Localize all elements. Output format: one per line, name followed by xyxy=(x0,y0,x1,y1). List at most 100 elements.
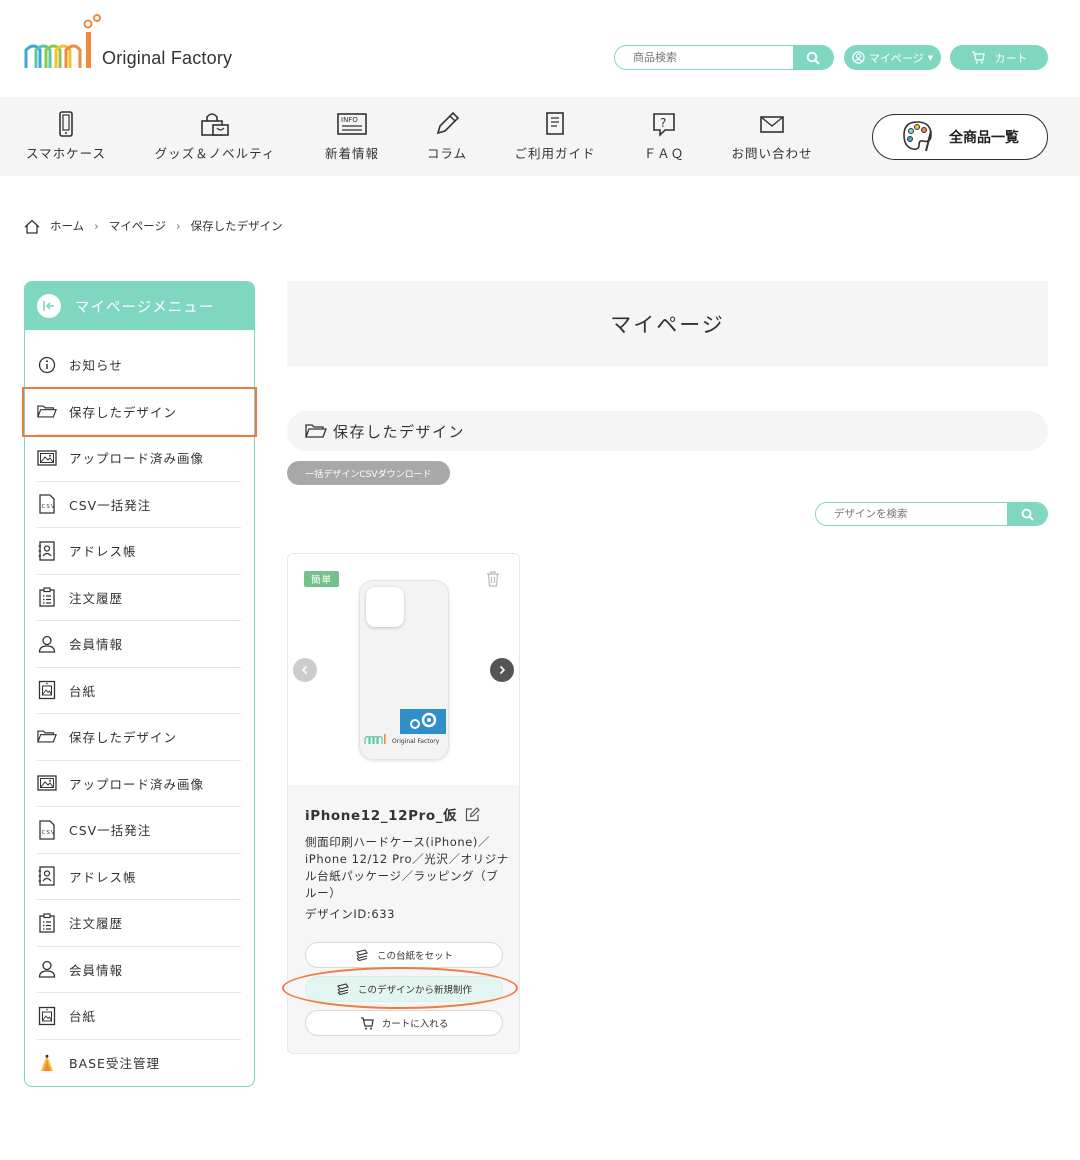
trash-icon[interactable] xyxy=(485,570,501,588)
nav-item-faq[interactable]: ? ＦＡＱ xyxy=(634,97,694,176)
set-mount-label: この台紙をセット xyxy=(376,951,453,962)
logo-mark-icon xyxy=(24,14,101,68)
shopping-bag-icon xyxy=(201,113,229,136)
info-circle-icon xyxy=(37,356,57,374)
sidebar-item[interactable]: 注文履歴 xyxy=(37,575,241,621)
search-icon xyxy=(806,51,820,65)
mypage-button[interactable]: マイページ ▼ xyxy=(844,45,941,70)
breadcrumb-current: 保存したデザイン xyxy=(190,219,283,233)
design-search-input[interactable] xyxy=(816,503,1007,525)
user-icon xyxy=(37,635,57,653)
folder-icon xyxy=(37,729,57,744)
next-image-button[interactable] xyxy=(490,658,514,682)
sidebar-item[interactable]: アップロード済み画像 xyxy=(37,761,241,807)
sidebar-item[interactable]: CSV CSV一括発注 xyxy=(37,482,241,528)
design-title-text: iPhone12_12Pro_仮 xyxy=(305,808,458,824)
sidebar-item-label: 注文履歴 xyxy=(69,916,124,932)
nav-label: グッズ＆ノベルティ xyxy=(154,146,276,161)
sidebar-item[interactable]: 保存したデザイン xyxy=(37,714,241,761)
mypage-label: マイページ xyxy=(868,51,924,65)
nav-label: 新着情報 xyxy=(324,146,379,161)
user-circle-icon xyxy=(852,51,865,64)
case-logo-text: Original Factory xyxy=(392,738,440,745)
nav-item-column[interactable]: コラム xyxy=(417,97,477,176)
sidebar-item-label: アップロード済み画像 xyxy=(69,776,205,792)
home-icon[interactable] xyxy=(24,219,40,234)
all-products-button[interactable]: 全商品一覧 xyxy=(872,114,1048,160)
user-icon xyxy=(37,960,57,978)
section-title: 保存したデザイン xyxy=(333,422,466,441)
chevron-right-icon xyxy=(499,665,506,675)
clipboard-list-icon xyxy=(37,587,57,607)
camera-bump xyxy=(366,587,404,627)
sidebar-item[interactable]: 会員情報 xyxy=(37,621,241,668)
sidebar-item[interactable]: お知らせ xyxy=(37,342,241,389)
prev-image-button[interactable] xyxy=(293,658,317,682)
cart-icon xyxy=(360,1016,374,1029)
design-title: iPhone12_12Pro_仮 xyxy=(305,804,481,824)
nav-item-smartphone-case[interactable]: スマホケース xyxy=(22,97,110,176)
address-book-icon xyxy=(37,541,57,561)
sidebar-item[interactable]: 台紙 xyxy=(37,668,241,714)
nav-item-goods[interactable]: グッズ＆ノベルティ xyxy=(150,97,280,176)
clipboard-list-icon xyxy=(37,913,57,933)
sidebar-item-label: BASE受注管理 xyxy=(69,1056,160,1072)
sidebar-item[interactable]: 会員情報 xyxy=(37,947,241,993)
address-book-icon xyxy=(37,866,57,886)
csv-download-button[interactable]: 一括デザインCSVダウンロード xyxy=(287,461,450,485)
svg-text:CSV: CSV xyxy=(42,830,56,836)
sidebar-item[interactable]: BASE受注管理 xyxy=(37,1040,241,1087)
cart-button[interactable]: カート xyxy=(950,45,1048,70)
sidebar-item-label: 台紙 xyxy=(69,1009,97,1025)
base-icon xyxy=(37,1054,57,1072)
sidebar-item-label: アドレス帳 xyxy=(69,544,137,560)
sidebar-item-label: アドレス帳 xyxy=(69,869,137,885)
sidebar-item-label: 保存したデザイン xyxy=(69,730,178,746)
product-search-button[interactable] xyxy=(793,46,833,69)
design-description: 側面印刷ハードケース(iPhone)／iPhone 12/12 Pro／光沢／オ… xyxy=(305,835,509,900)
highlight-new-from-design xyxy=(282,967,518,1009)
site-logo[interactable]: Original Factory xyxy=(24,14,264,74)
info-icon: INFO xyxy=(337,113,367,135)
sidebar-item[interactable]: アップロード済み画像 xyxy=(37,435,241,482)
nav-label: ご利用ガイド xyxy=(514,146,596,161)
product-search-input[interactable] xyxy=(615,46,793,69)
page-title: マイページ xyxy=(287,281,1048,366)
image-icon xyxy=(37,450,57,466)
edit-icon[interactable] xyxy=(465,806,481,822)
design-id: デザインID:633 xyxy=(305,907,396,921)
sidebar-item[interactable]: アドレス帳 xyxy=(37,528,241,575)
set-mount-button[interactable]: この台紙をセット xyxy=(305,942,503,968)
sidebar-item-label: CSV一括発注 xyxy=(69,823,152,839)
add-to-cart-label: カートに入れる xyxy=(381,1019,449,1030)
collapse-sidebar-icon[interactable] xyxy=(37,294,61,318)
breadcrumb-home[interactable]: ホーム xyxy=(50,218,84,234)
add-to-cart-button[interactable]: カートに入れる xyxy=(305,1010,503,1036)
sidebar-item-label: CSV一括発注 xyxy=(69,497,152,513)
sidebar-item-label: お知らせ xyxy=(69,358,123,374)
nav-item-guide[interactable]: ご利用ガイド xyxy=(508,97,602,176)
product-search xyxy=(614,45,834,70)
phone-case-image: Original Factory xyxy=(359,580,449,760)
design-search xyxy=(815,502,1048,526)
all-products-label: 全商品一覧 xyxy=(949,130,1019,146)
nav-item-contact[interactable]: お問い合わせ xyxy=(725,97,819,176)
logo-text: Original Factory xyxy=(102,48,233,68)
chevron-down-icon: ▼ xyxy=(927,53,934,62)
sidebar-item[interactable]: 注文履歴 xyxy=(37,900,241,947)
design-search-button[interactable] xyxy=(1007,503,1047,525)
sidebar-item[interactable]: CSV CSV一括発注 xyxy=(37,807,241,854)
smartphone-icon xyxy=(59,111,73,137)
sidebar-item[interactable]: 台紙 xyxy=(37,993,241,1040)
nav-item-news[interactable]: INFO 新着情報 xyxy=(318,97,386,176)
nav-label: スマホケース xyxy=(25,146,106,161)
breadcrumb-separator-icon: › xyxy=(176,219,181,233)
breadcrumb-mypage[interactable]: マイページ xyxy=(109,218,166,234)
sidebar-item-label: 注文履歴 xyxy=(69,590,124,606)
highlight-saved-designs xyxy=(22,387,257,437)
sidebar-item-label: 台紙 xyxy=(69,683,97,699)
sidebar-item[interactable]: アドレス帳 xyxy=(37,854,241,900)
sidebar-item-label: 会員情報 xyxy=(69,637,124,653)
mail-icon xyxy=(760,116,784,133)
sidebar-header: マイページメニュー xyxy=(25,282,254,330)
